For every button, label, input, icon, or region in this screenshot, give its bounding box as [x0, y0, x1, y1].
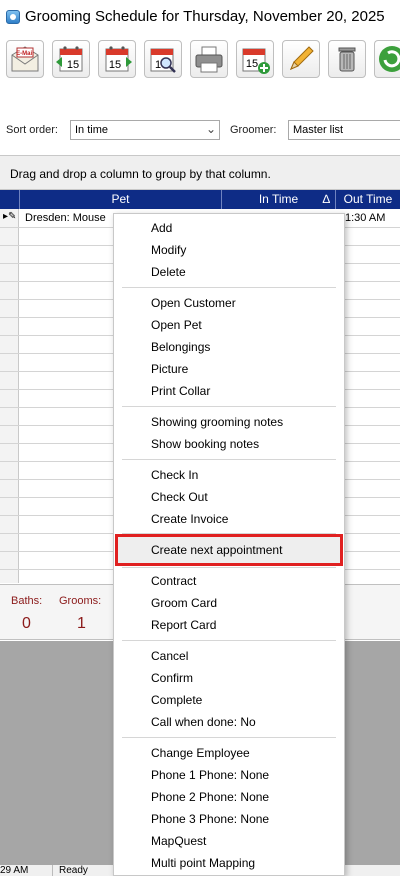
- column-header-in-time[interactable]: In Time ∆: [222, 190, 336, 209]
- refresh-icon: [378, 46, 400, 72]
- menu-separator: [122, 459, 336, 460]
- menu-item-multi-point-mapping[interactable]: Multi point Mapping: [114, 852, 344, 874]
- menu-item-create-invoice[interactable]: Create Invoice: [114, 508, 344, 530]
- menu-item-check-out[interactable]: Check Out: [114, 486, 344, 508]
- groomer-value: Master list: [293, 124, 344, 136]
- svg-text:15: 15: [109, 59, 121, 71]
- menu-item-show-booking-notes[interactable]: Show booking notes: [114, 433, 344, 455]
- status-state: Ready: [52, 865, 88, 876]
- menu-separator: [122, 406, 336, 407]
- menu-item-call-when-done[interactable]: Call when done: No: [114, 711, 344, 733]
- menu-item-phone-2[interactable]: Phone 2 Phone: None: [114, 786, 344, 808]
- filter-bar: Sort order: In time ⌄ Groomer: Master li…: [0, 118, 400, 144]
- menu-separator: [122, 567, 336, 568]
- menu-item-check-in[interactable]: Check In: [114, 464, 344, 486]
- pet-cell: Dresden: Mouse: [25, 212, 106, 224]
- grid-header: Pet In Time ∆ Out Time: [0, 190, 400, 209]
- menu-item-groom-card[interactable]: Groom Card: [114, 592, 344, 614]
- pencil-icon: [290, 46, 314, 70]
- chevron-down-icon: ⌄: [205, 122, 216, 136]
- row-indicator-header: [0, 190, 20, 209]
- delete-button[interactable]: [328, 40, 366, 78]
- next-day-calendar-icon: 15: [105, 46, 132, 72]
- sort-order-value: In time: [75, 124, 109, 136]
- menu-item-complete[interactable]: Complete: [114, 689, 344, 711]
- menu-item-modify[interactable]: Modify: [114, 239, 344, 261]
- sort-order-select[interactable]: In time ⌄: [70, 120, 220, 140]
- group-by-hint: Drag and drop a column to group by that …: [10, 167, 271, 181]
- app-icon: [6, 9, 20, 24]
- menu-item-picture[interactable]: Picture: [114, 358, 344, 380]
- next-day-button[interactable]: 15: [98, 40, 136, 78]
- grooms-count: 1: [77, 615, 86, 632]
- menu-item-change-employee[interactable]: Change Employee: [114, 742, 344, 764]
- baths-label: Baths:: [11, 595, 43, 607]
- trash-can-icon: [338, 47, 356, 72]
- menu-separator: [122, 640, 336, 641]
- sort-order-label: Sort order:: [6, 124, 58, 136]
- context-menu: Add Modify Delete Open Customer Open Pet…: [113, 213, 345, 876]
- email-button[interactable]: E-Mail: [6, 40, 44, 78]
- column-header-in-time-label: In Time: [258, 192, 299, 206]
- menu-item-showing-grooming-notes[interactable]: Showing grooming notes: [114, 411, 344, 433]
- menu-separator: [122, 737, 336, 738]
- menu-item-add[interactable]: Add: [114, 217, 344, 239]
- printer-icon: [195, 46, 223, 73]
- menu-item-open-pet[interactable]: Open Pet: [114, 314, 344, 336]
- menu-separator: [122, 533, 336, 534]
- toolbar: E-Mail 15 15 1 15: [0, 36, 400, 82]
- previous-day-calendar-icon: 15: [56, 46, 83, 72]
- find-calendar-icon: 1: [150, 48, 176, 73]
- menu-item-belongings[interactable]: Belongings: [114, 336, 344, 358]
- sort-ascending-icon: ∆: [322, 192, 330, 206]
- add-appointment-button[interactable]: 15: [236, 40, 274, 78]
- column-header-out-time[interactable]: Out Time: [336, 190, 400, 209]
- svg-text:1: 1: [155, 59, 161, 71]
- menu-item-phone-3[interactable]: Phone 3 Phone: None: [114, 808, 344, 830]
- email-icon: E-Mail: [11, 46, 39, 72]
- menu-item-create-next-appointment[interactable]: Create next appointment: [115, 534, 343, 566]
- status-time: 29 AM: [0, 865, 29, 876]
- menu-item-delete[interactable]: Delete: [114, 261, 344, 283]
- menu-item-open-customer[interactable]: Open Customer: [114, 292, 344, 314]
- groomer-label: Groomer:: [230, 124, 277, 136]
- find-date-button[interactable]: 1: [144, 40, 182, 78]
- menu-item-confirm[interactable]: Confirm: [114, 667, 344, 689]
- edit-row-indicator-icon: ▸✎: [3, 211, 17, 222]
- group-by-panel[interactable]: Drag and drop a column to group by that …: [0, 155, 400, 190]
- menu-item-mapquest[interactable]: MapQuest: [114, 830, 344, 852]
- column-header-pet[interactable]: Pet: [20, 190, 222, 209]
- menu-item-phone-1[interactable]: Phone 1 Phone: None: [114, 764, 344, 786]
- svg-text:E-Mail: E-Mail: [16, 51, 34, 57]
- print-button[interactable]: [190, 40, 228, 78]
- refresh-button[interactable]: [374, 40, 400, 78]
- previous-day-button[interactable]: 15: [52, 40, 90, 78]
- grooms-label: Grooms:: [59, 595, 102, 607]
- row-indicator-column: [0, 209, 19, 583]
- menu-item-cancel[interactable]: Cancel: [114, 645, 344, 667]
- edit-button[interactable]: [282, 40, 320, 78]
- svg-text:15: 15: [246, 58, 258, 70]
- out-time-cell: 1:30 AM: [345, 212, 386, 224]
- title-bar: Grooming Schedule for Thursday, November…: [0, 0, 400, 33]
- menu-item-report-card[interactable]: Report Card: [114, 614, 344, 636]
- svg-text:15: 15: [67, 59, 79, 71]
- window-title: Grooming Schedule for Thursday, November…: [25, 8, 385, 25]
- menu-separator: [122, 287, 336, 288]
- menu-item-print-collar[interactable]: Print Collar: [114, 380, 344, 402]
- groomer-select[interactable]: Master list: [288, 120, 400, 140]
- add-calendar-icon: 15: [242, 48, 270, 74]
- menu-item-contract[interactable]: Contract: [114, 570, 344, 592]
- baths-count: 0: [22, 615, 31, 632]
